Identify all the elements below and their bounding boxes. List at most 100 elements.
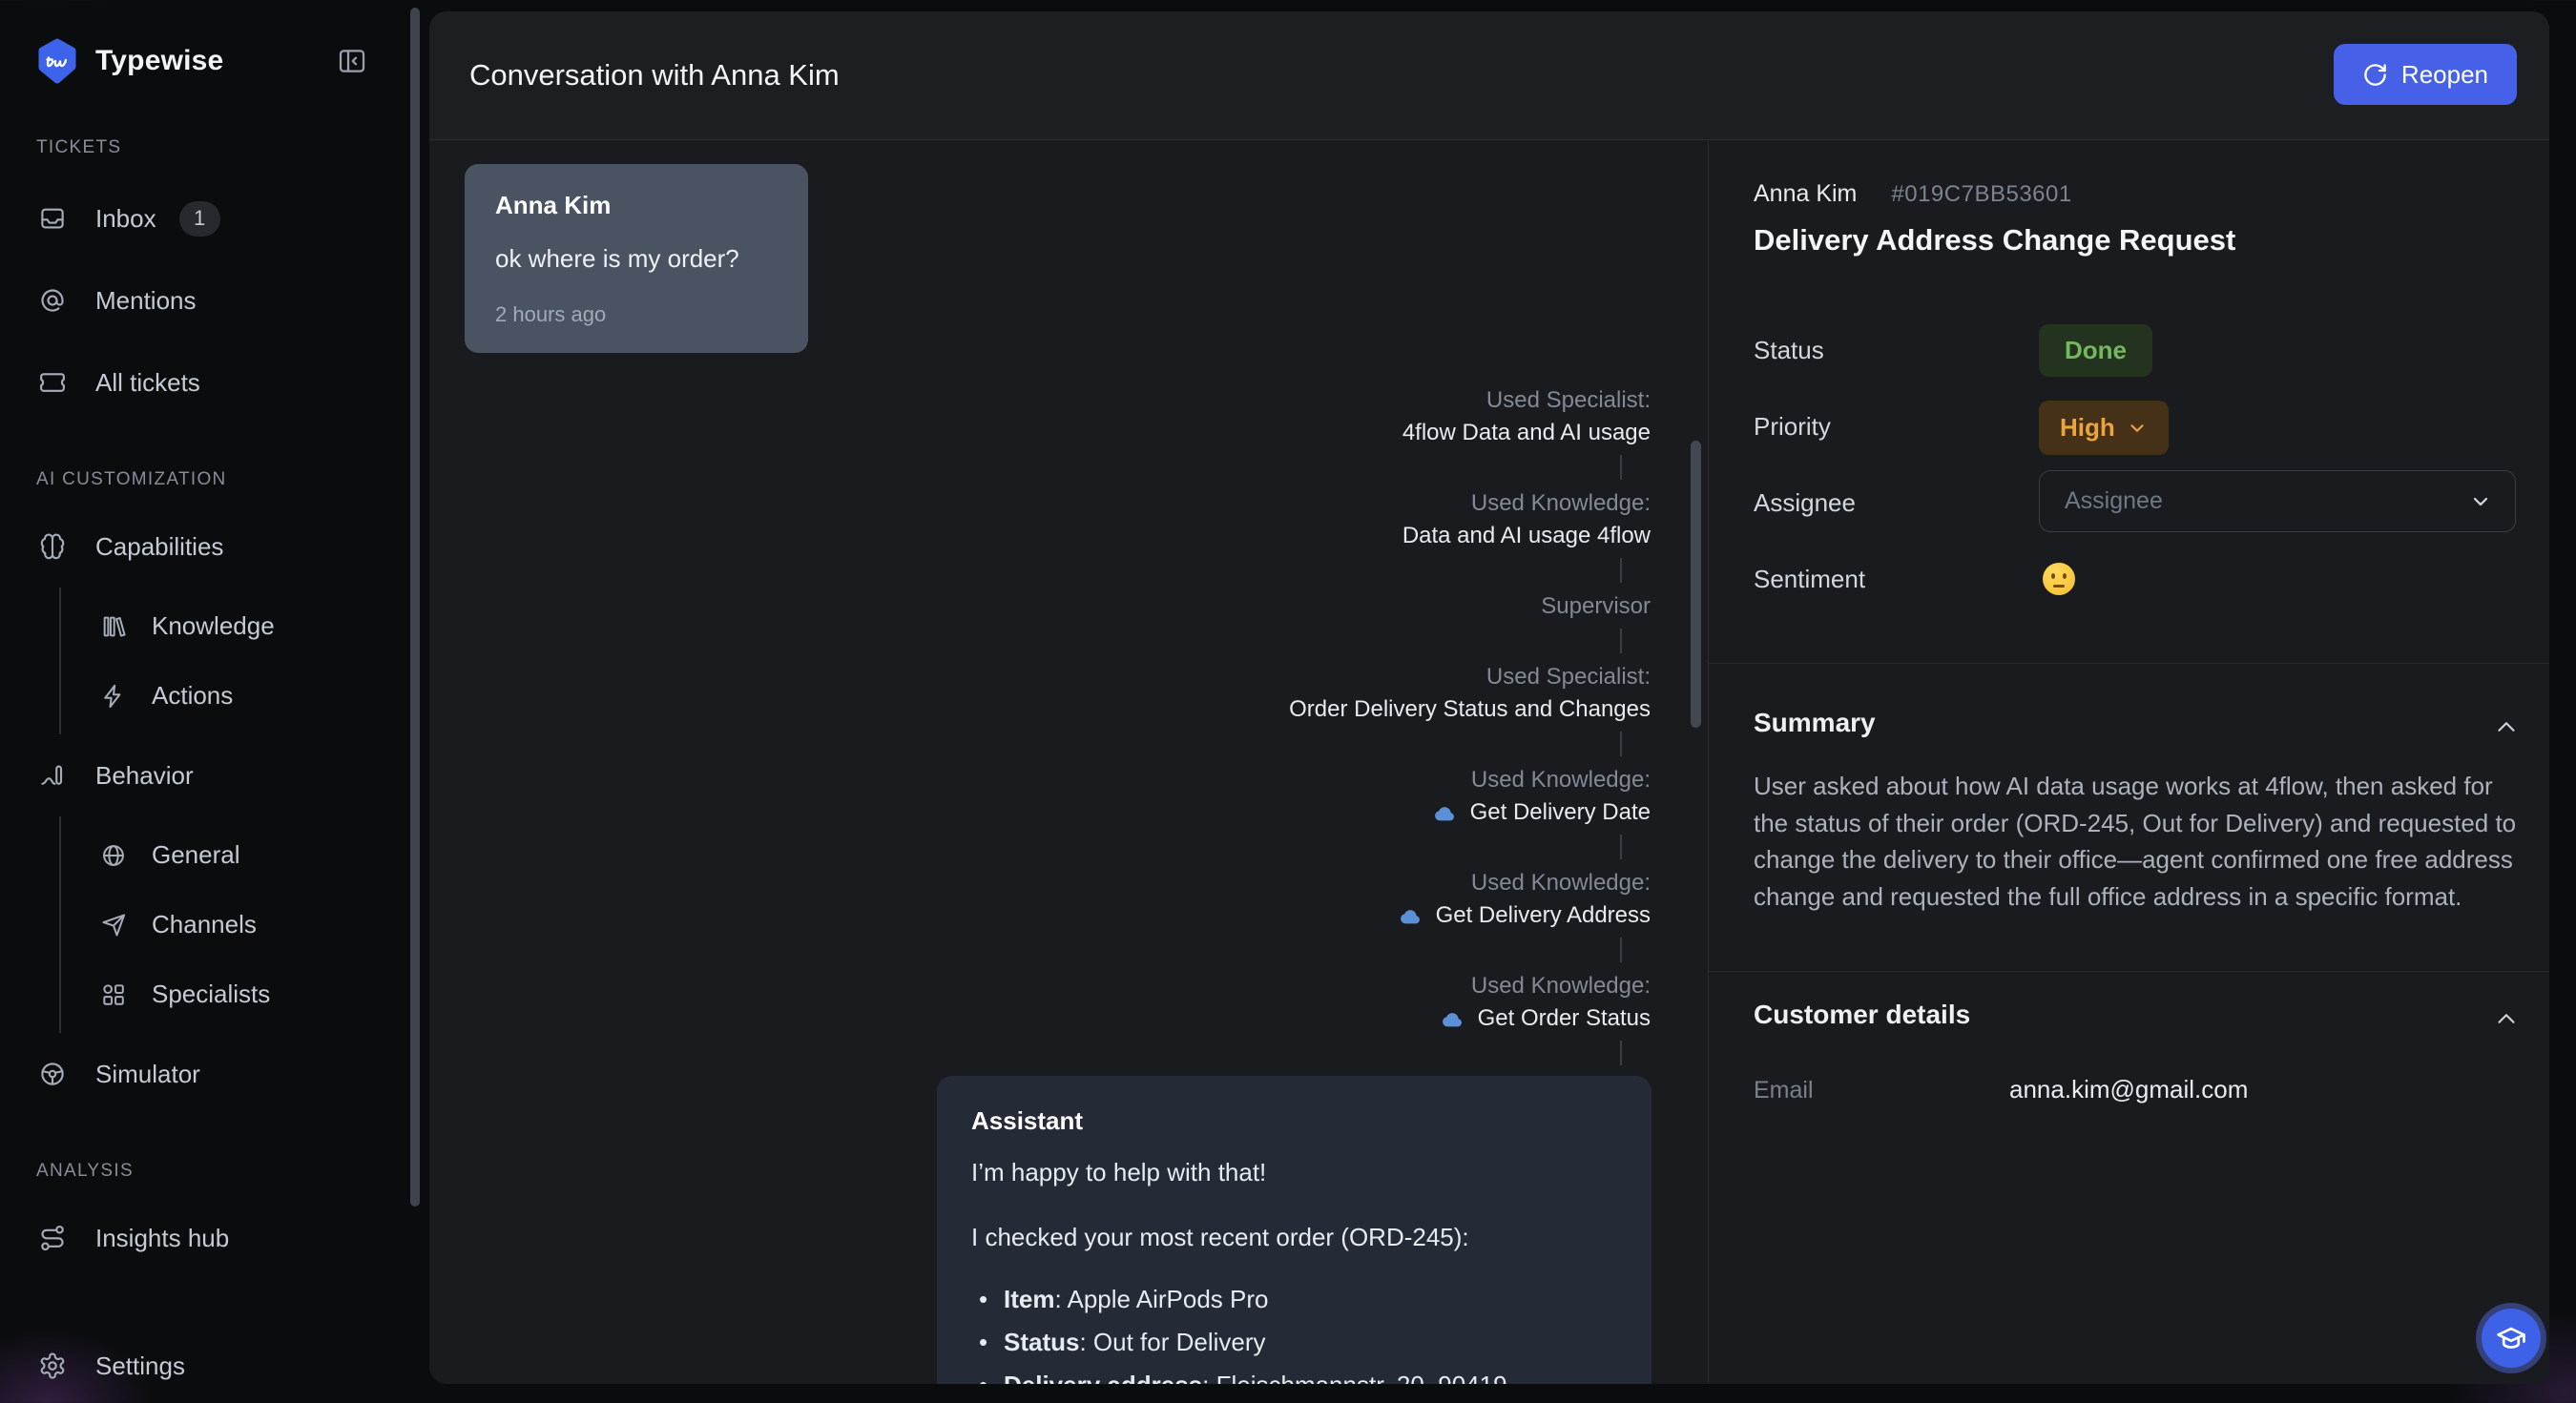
sidebar-item-label: Channels (152, 910, 257, 939)
route-icon (38, 1224, 67, 1252)
assignee-label: Assignee (1754, 488, 1856, 517)
sidebar-item-label: Insights hub (95, 1224, 229, 1253)
chevron-down-icon (2469, 490, 2492, 513)
refresh-icon (2362, 62, 2388, 88)
shapes-grid-icon (100, 981, 127, 1008)
chevron-up-icon[interactable] (2492, 1004, 2521, 1033)
books-icon (100, 613, 127, 640)
typewise-logo-icon (34, 38, 80, 84)
chevron-up-icon[interactable] (2492, 712, 2521, 741)
behavior-subgroup: General Channels Specialists (59, 816, 429, 1033)
sidebar-item-capabilities[interactable]: Capabilities (0, 505, 429, 588)
message-text: ok where is my order? (495, 242, 778, 275)
ticket-title: Delivery Address Change Request (1754, 223, 2235, 258)
priority-label: Priority (1754, 412, 1831, 441)
capabilities-subgroup: Knowledge Actions (59, 588, 429, 734)
ai-event-log: Used Specialist: 4flow Data and AI usage… (1289, 384, 1651, 1073)
sidebar-item-actions[interactable]: Actions (61, 661, 429, 731)
sidebar-item-knowledge[interactable]: Knowledge (61, 591, 429, 661)
neutral-face-emoji (2043, 563, 2075, 595)
event-connector (1620, 629, 1622, 653)
summary-text: User asked about how AI data usage works… (1754, 768, 2528, 915)
message-author: Assistant (971, 1104, 1617, 1137)
event-used-knowledge: Used Knowledge: Data and AI usage 4flow (1402, 487, 1651, 552)
inbox-count-badge: 1 (179, 201, 220, 237)
salesforce-cloud-icon (1398, 906, 1423, 926)
section-label-ai-customization: AI CUSTOMIZATION (36, 469, 429, 490)
collapse-sidebar-button[interactable] (330, 39, 374, 83)
sidebar-item-label: Actions (152, 681, 233, 711)
sidebar-item-label: Simulator (95, 1060, 200, 1089)
conversation-card: Conversation with Anna Kim Reopen Anna K… (429, 11, 2549, 1384)
salesforce-cloud-icon (1432, 803, 1458, 823)
message-timestamp: 2 hours ago (495, 301, 778, 328)
status-badge[interactable]: Done (2039, 324, 2152, 377)
event-used-knowledge: Used Knowledge: Get Delivery Date (1432, 764, 1651, 829)
panel-collapse-icon (337, 46, 367, 76)
sidebar-item-behavior[interactable]: Behavior (0, 734, 429, 816)
email-value: anna.kim@gmail.com (2009, 1074, 2248, 1104)
learning-fab-button[interactable] (2482, 1309, 2541, 1368)
sidebar-item-insights-hub[interactable]: Insights hub (0, 1197, 429, 1279)
gear-icon (38, 1351, 67, 1380)
paper-plane-icon (100, 912, 127, 939)
section-label-tickets: TICKETS (36, 137, 429, 158)
chat-scrollbar[interactable] (1691, 441, 1701, 728)
conversation-header: Conversation with Anna Kim Reopen (429, 11, 2549, 140)
email-label: Email (1754, 1076, 1814, 1104)
chevron-down-icon (2127, 418, 2148, 439)
assistant-paragraph: I’m happy to help with that! (971, 1156, 1617, 1188)
event-connector (1620, 455, 1622, 480)
list-item: Status: Out for Delivery (971, 1326, 1617, 1358)
event-connector (1620, 835, 1622, 859)
sidebar-item-specialists[interactable]: Specialists (61, 959, 429, 1029)
chat-area: Anna Kim ok where is my order? 2 hours a… (429, 140, 1708, 1384)
sidebar-item-label: Behavior (95, 761, 194, 791)
sidebar-scrollbar[interactable] (410, 8, 420, 1207)
event-used-specialist: Used Specialist: Order Delivery Status a… (1289, 661, 1651, 726)
ticket-id: #019C7BB53601 (1891, 180, 2071, 209)
sidebar: Typewise TICKETS Inbox 1 Mentions (0, 0, 429, 1403)
sidebar-item-channels[interactable]: Channels (61, 890, 429, 959)
event-connector (1620, 732, 1622, 756)
list-item: Delivery address: Fleischmannstr. 20, 90… (971, 1369, 1617, 1384)
assignee-select[interactable]: Assignee (2039, 470, 2516, 532)
assistant-paragraph: I checked your most recent order (ORD-24… (971, 1221, 1617, 1253)
sidebar-item-label: Inbox (95, 204, 156, 234)
steering-wheel-icon (38, 1060, 67, 1088)
sidebar-item-all-tickets[interactable]: All tickets (0, 341, 429, 423)
page: Typewise TICKETS Inbox 1 Mentions (0, 0, 2576, 1403)
ticket-icon (38, 368, 67, 397)
inbox-icon (38, 204, 67, 233)
event-used-knowledge: Used Knowledge: Get Order Status (1440, 970, 1651, 1035)
sidebar-item-settings[interactable]: Settings (0, 1325, 410, 1403)
event-used-knowledge: Used Knowledge: Get Delivery Address (1398, 867, 1651, 932)
sidebar-item-mentions[interactable]: Mentions (0, 259, 429, 341)
sidebar-item-simulator[interactable]: Simulator (0, 1033, 429, 1115)
graduation-cap-icon (2495, 1322, 2527, 1354)
section-divider (1709, 971, 2549, 972)
reopen-button[interactable]: Reopen (2334, 44, 2517, 105)
event-used-specialist: Used Specialist: 4flow Data and AI usage (1402, 384, 1651, 449)
sidebar-item-general[interactable]: General (61, 820, 429, 890)
event-connector (1620, 558, 1622, 583)
sidebar-item-label: Settings (95, 1351, 185, 1381)
sidebar-item-label: All tickets (95, 368, 200, 398)
globe-icon (100, 842, 127, 869)
customer-details-heading: Customer details (1754, 999, 1970, 1031)
at-sign-icon (38, 286, 67, 315)
summary-heading: Summary (1754, 707, 1876, 739)
event-connector (1620, 938, 1622, 962)
sidebar-item-inbox[interactable]: Inbox 1 (0, 177, 429, 259)
priority-dropdown[interactable]: High (2039, 401, 2169, 455)
sidebar-item-label: Knowledge (152, 611, 275, 641)
event-connector (1620, 1041, 1622, 1065)
sidebar-header: Typewise (0, 0, 429, 84)
sidebar-item-label: Capabilities (95, 532, 223, 562)
section-label-analysis: ANALYSIS (36, 1161, 429, 1182)
brain-icon (38, 532, 67, 561)
sidebar-footer: Settings (0, 1325, 410, 1403)
list-item: Item: Apple AirPods Pro (971, 1283, 1617, 1315)
ticket-meta: Anna Kim #019C7BB53601 (1754, 179, 2072, 209)
brand-name: Typewise (95, 45, 223, 77)
